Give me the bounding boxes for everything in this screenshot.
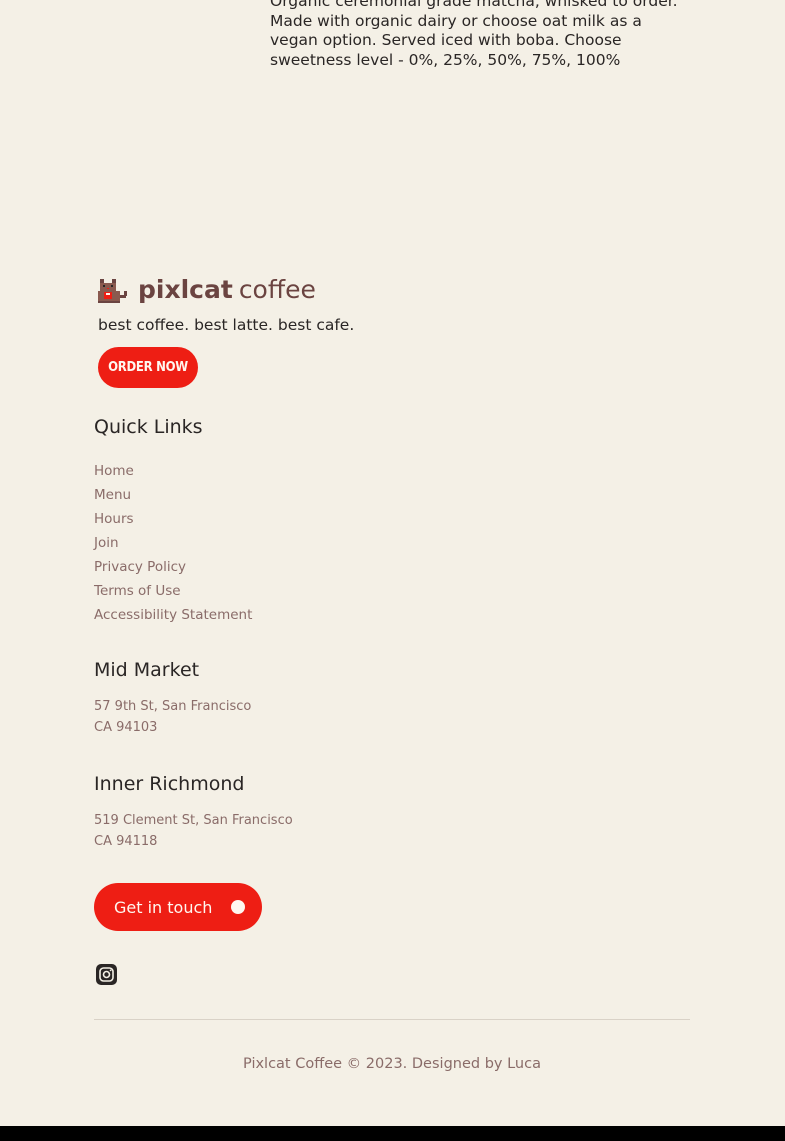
footer-divider bbox=[94, 1019, 690, 1020]
address-city: CA 94118 bbox=[94, 834, 158, 849]
quick-link-hours[interactable]: Hours bbox=[94, 507, 252, 531]
brand-name-light: coffee bbox=[238, 275, 316, 304]
quick-link-home[interactable]: Home bbox=[94, 459, 252, 483]
quick-link-menu[interactable]: Menu bbox=[94, 483, 252, 507]
instagram-icon[interactable] bbox=[96, 964, 117, 985]
copyright-text: Pixlcat Coffee © 2023. Designed by Luca bbox=[243, 1056, 541, 1072]
quick-link-join[interactable]: Join bbox=[94, 531, 252, 555]
pixel-cat-logo-icon bbox=[98, 279, 127, 303]
brand-logo[interactable]: pixlcat coffee bbox=[96, 274, 316, 306]
location-title-inner-richmond: Inner Richmond bbox=[94, 773, 245, 795]
quick-link-terms-of-use[interactable]: Terms of Use bbox=[94, 579, 252, 603]
address-street: 57 9th St, San Francisco bbox=[94, 699, 252, 714]
location-address-mid-market: 57 9th St, San Francisco CA 94103 bbox=[94, 696, 251, 738]
brand-name-bold: pixlcat bbox=[138, 275, 233, 304]
location-address-inner-richmond: 519 Clement St, San Francisco CA 94118 bbox=[94, 810, 293, 852]
order-now-button[interactable]: Order Now bbox=[98, 347, 198, 388]
get-in-touch-label: Get in touch bbox=[114, 897, 213, 917]
bottom-bar bbox=[0, 1126, 785, 1141]
menu-item-description: Organic ceremonial grade matcha, whisked… bbox=[270, 0, 678, 69]
quick-link-privacy-policy[interactable]: Privacy Policy bbox=[94, 555, 252, 579]
location-title-mid-market: Mid Market bbox=[94, 659, 200, 681]
address-street: 519 Clement St, San Francisco bbox=[94, 813, 293, 828]
quick-links-title: Quick Links bbox=[94, 416, 203, 438]
dot-icon bbox=[231, 900, 245, 914]
quick-links-list: Home Menu Hours Join Privacy Policy Term… bbox=[94, 459, 252, 627]
tagline: best coffee. best latte. best cafe. bbox=[98, 316, 355, 334]
quick-link-accessibility-statement[interactable]: Accessibility Statement bbox=[94, 603, 252, 627]
get-in-touch-button[interactable]: Get in touch bbox=[94, 883, 262, 931]
address-city: CA 94103 bbox=[94, 720, 158, 735]
